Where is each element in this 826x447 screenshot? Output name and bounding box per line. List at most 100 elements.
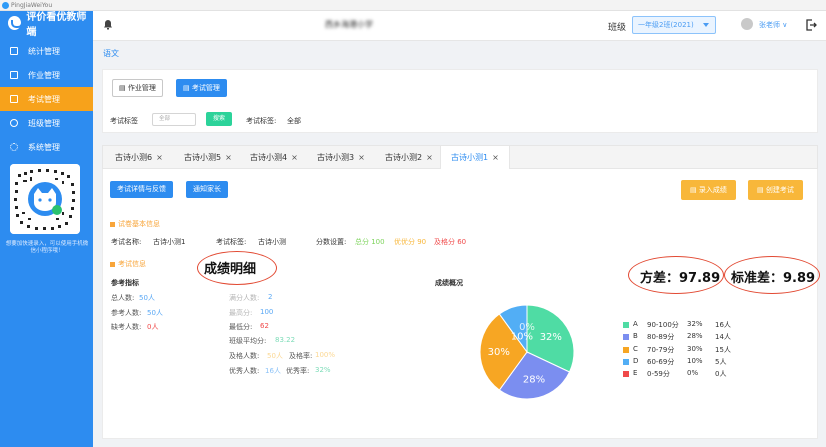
- legend-swatch: [623, 334, 629, 341]
- legend-percent: 30%: [687, 344, 703, 353]
- close-icon[interactable]: ×: [426, 153, 433, 162]
- user-menu[interactable]: 张老师 ∨: [759, 20, 787, 30]
- tab-exam-4[interactable]: 古诗小测4 ×: [250, 146, 298, 169]
- legend-percent: 10%: [687, 356, 703, 365]
- app-name: 评价看优教师端: [26, 12, 87, 38]
- close-icon[interactable]: ×: [358, 153, 365, 162]
- avg-label: 班级平均分:: [229, 337, 267, 345]
- full-count-value: 2: [268, 293, 273, 301]
- settings-icon: [10, 143, 18, 151]
- legend-name: E: [633, 369, 638, 378]
- std-deviation-value: 标准差：9.89: [731, 271, 816, 286]
- button-label: 考试管理: [191, 84, 220, 92]
- close-icon[interactable]: ×: [291, 153, 298, 162]
- homework-icon: [10, 71, 18, 79]
- sidebar: 评价看优教师端 统计管理 作业管理 考试管理 班级管理 系统管理 想要加快速录入…: [0, 11, 93, 447]
- total-label: 总人数:: [111, 294, 135, 302]
- section-title: 试卷基本信息: [118, 220, 160, 228]
- tab-exam-6[interactable]: 古诗小测6 ×: [115, 146, 163, 169]
- legend-name: A: [633, 320, 638, 328]
- create-exam-button[interactable]: ▤ 创建考试: [748, 180, 803, 200]
- tab-exam-3[interactable]: 古诗小测3 ×: [317, 146, 365, 169]
- overview-title: 成绩概况: [435, 279, 463, 287]
- school-name: 西乡海港小学: [325, 20, 373, 29]
- exam-tag-label: 考试标签:: [216, 238, 247, 246]
- exam-manage-button[interactable]: ▤ 考试管理: [176, 79, 227, 97]
- highest-label: 最高分:: [229, 309, 253, 317]
- score-setting-label: 分数设置:: [316, 238, 347, 246]
- exam-detail-panel: 考试详情与反馈 通知家长 ▤ 录入成绩 ▤ 创建考试 试卷基本信息 考试名称: …: [102, 169, 818, 439]
- bell-icon[interactable]: [103, 19, 113, 30]
- pie-slice-label: 10%: [511, 331, 533, 342]
- qr-tip-text: 想要加快速录入，可以使用手机微信小程序哦！: [5, 241, 89, 254]
- pass-score-value: 及格分 60: [434, 238, 467, 246]
- pass-rate-value: 100%: [315, 351, 336, 359]
- tab-label: 古诗小测4: [250, 153, 288, 162]
- tab-exam-1[interactable]: 古诗小测1 ×: [440, 146, 510, 169]
- legend-percent: 0%: [687, 369, 699, 378]
- class-select[interactable]: 一年级2班(2021): [632, 16, 716, 34]
- absent-value: 0人: [147, 323, 159, 331]
- pass-count-value: 50人: [267, 352, 283, 360]
- tag-filter-select[interactable]: 全部: [152, 113, 196, 126]
- lowest-value: 62: [260, 322, 269, 330]
- sidebar-item-stats[interactable]: 统计管理: [0, 39, 93, 63]
- legend-swatch: [623, 346, 629, 353]
- participants-label: 参考人数:: [111, 309, 142, 317]
- legend-count: 0人: [715, 370, 727, 379]
- sidebar-item-exam[interactable]: 考试管理: [0, 87, 93, 111]
- legend-percent: 32%: [687, 320, 703, 328]
- class-label: 班级: [608, 23, 627, 33]
- search-button[interactable]: 搜索: [206, 112, 233, 126]
- pie-slice-label: 30%: [488, 347, 510, 358]
- homework-manage-button[interactable]: ▤ 作业管理: [112, 79, 163, 97]
- breadcrumb[interactable]: 语文: [103, 48, 119, 59]
- top-header: 西乡海港小学 班级 一年级2班(2021) 张老师 ∨: [93, 11, 826, 41]
- sidebar-item-label: 统计管理: [28, 46, 60, 56]
- avatar[interactable]: [741, 18, 753, 30]
- tab-label: 古诗小测5: [184, 153, 222, 162]
- close-icon[interactable]: ×: [156, 153, 163, 162]
- tab-exam-2[interactable]: 古诗小测2 ×: [385, 146, 433, 169]
- app-brand: 评价看优教师端: [0, 11, 93, 38]
- tag-summary-value: 全部: [287, 117, 301, 125]
- pie-slice-label: 0%: [519, 322, 535, 333]
- legend-count: 14人: [715, 333, 731, 342]
- legend-swatch: [623, 322, 629, 328]
- sidebar-item-label: 作业管理: [28, 70, 60, 80]
- participants-value: 50人: [147, 309, 163, 317]
- tab-exam-5[interactable]: 古诗小测5 ×: [184, 146, 232, 169]
- enter-scores-button[interactable]: ▤ 录入成绩: [681, 180, 736, 200]
- legend-count: 16人: [715, 321, 731, 329]
- exam-tabs: 古诗小测6 × 古诗小测5 × 古诗小测4 × 古诗小测3 × 古诗小测2 × 古诗小测1…: [102, 145, 818, 169]
- tab-label: 古诗小测6: [115, 153, 153, 162]
- close-icon[interactable]: ×: [225, 153, 232, 162]
- excellent-count-label: 优秀人数:: [229, 367, 260, 375]
- legend-name: C: [633, 344, 638, 353]
- sidebar-item-system[interactable]: 系统管理: [0, 135, 93, 159]
- pie-slice-label: 32%: [540, 332, 562, 343]
- sidebar-item-homework[interactable]: 作业管理: [0, 63, 93, 87]
- section-exam-info: 考试信息: [110, 259, 146, 269]
- select-value: 全部: [159, 116, 171, 122]
- full-count-label: 满分人数:: [229, 294, 260, 302]
- exam-detail-feedback-button[interactable]: 考试详情与反馈: [110, 181, 173, 198]
- tag-filter-label: 考试标签: [110, 117, 138, 125]
- brand-logo-icon: [8, 16, 24, 30]
- absent-label: 缺考人数:: [111, 323, 142, 331]
- annotation-detail-text: 成绩明细: [204, 262, 257, 277]
- sidebar-item-class[interactable]: 班级管理: [0, 111, 93, 135]
- exam-tag-value: 古诗小测: [258, 238, 286, 246]
- legend-count: 15人: [715, 345, 731, 354]
- close-icon[interactable]: ×: [492, 153, 499, 162]
- toolbar-card: ▤ 作业管理 ▤ 考试管理 考试标签 全部 搜索 考试标签: 全部: [102, 69, 818, 133]
- pie-slice-label: 28%: [523, 374, 545, 385]
- score-pie-chart: 32% 28% 30%10%0%: [479, 304, 575, 400]
- total-value: 50人: [139, 294, 155, 302]
- full-score-value: 总分 100: [355, 238, 385, 246]
- logout-icon[interactable]: [805, 19, 817, 31]
- notify-parents-button[interactable]: 通知家长: [186, 181, 228, 198]
- legend-range: 90-100分: [647, 321, 679, 329]
- legend-range: 60-69分: [647, 357, 675, 366]
- sidebar-item-label: 考试管理: [28, 94, 60, 104]
